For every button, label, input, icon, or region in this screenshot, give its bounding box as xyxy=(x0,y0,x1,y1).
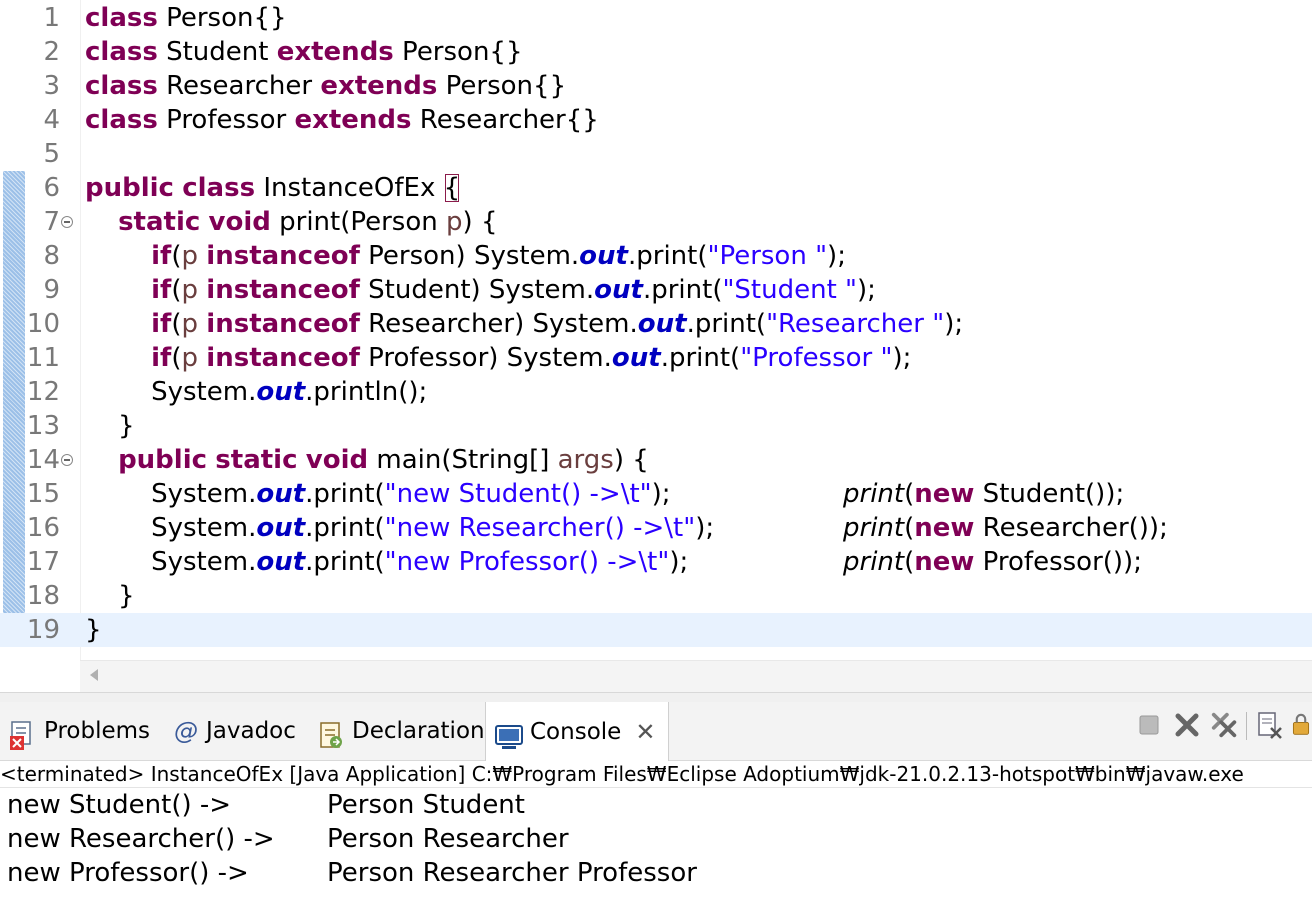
code-line[interactable]: 11 if(p instanceof Professor) System.out… xyxy=(0,341,1312,375)
code-line[interactable]: 8 if(p instanceof Person) System.out.pri… xyxy=(0,239,1312,273)
code-line[interactable]: 2 class Student extends Person{} xyxy=(0,35,1312,69)
code-text: System.out.print("new Researcher() ->\t"… xyxy=(85,513,715,543)
code-line[interactable]: 9 if(p instanceof Student) System.out.pr… xyxy=(0,273,1312,307)
code-text: print(new Researcher()); xyxy=(843,513,1168,543)
console-text: new Professor() -> xyxy=(7,858,249,888)
code-text: } xyxy=(85,411,135,441)
collapse-icon[interactable] xyxy=(61,454,73,466)
console-text: Person Researcher Professor xyxy=(327,858,697,888)
scroll-left-icon[interactable] xyxy=(90,669,98,681)
line-number: 13 xyxy=(26,411,60,441)
code-line[interactable]: 12 System.out.println(); xyxy=(0,375,1312,409)
terminate-icon[interactable] xyxy=(1134,708,1164,742)
at-icon: @ xyxy=(174,717,198,745)
line-number: 7 xyxy=(43,207,60,237)
declaration-icon xyxy=(316,716,344,748)
line-number: 4 xyxy=(43,105,60,135)
line-number: 16 xyxy=(26,513,60,543)
code-line[interactable]: 6 public class InstanceOfEx { xyxy=(0,171,1312,205)
line-number: 10 xyxy=(26,309,60,339)
code-lines[interactable]: 1 class Person{} 2 class Student extends Pe… xyxy=(0,1,1312,647)
tab-problems[interactable]: Problems xyxy=(0,702,160,760)
code-text: print(new Professor()); xyxy=(843,547,1142,577)
code-line[interactable]: 15 System.out.print("new Student() ->\t"… xyxy=(0,477,1312,511)
code-line[interactable]: 5 xyxy=(0,137,1312,171)
horizontal-scrollbar[interactable] xyxy=(80,660,1312,692)
console-text: new Student() -> xyxy=(7,790,232,820)
view-tab-bar: Problems @ Javadoc Declaration Console ✕ xyxy=(0,702,1312,761)
code-line[interactable]: 7 static void print(Person p) { xyxy=(0,205,1312,239)
code-text: System.out.print("new Professor() ->\t")… xyxy=(85,547,689,577)
line-number: 2 xyxy=(43,37,60,67)
console-line: new Student() -> Person Student xyxy=(0,788,1312,822)
console-icon xyxy=(494,717,523,749)
code-text: public static void main(String[] args) { xyxy=(118,445,649,475)
line-number: 17 xyxy=(26,547,60,577)
collapse-icon[interactable] xyxy=(61,216,73,228)
code-text: System.out.print("new Student() ->\t"); xyxy=(85,479,671,509)
code-line[interactable]: 1 class Person{} xyxy=(0,1,1312,35)
code-text: static void print(Person p) { xyxy=(118,207,498,237)
code-line[interactable]: 3 class Researcher extends Person{} xyxy=(0,69,1312,103)
console-text: Person Researcher xyxy=(327,824,569,854)
scroll-lock-icon[interactable] xyxy=(1290,708,1312,742)
line-number: 19 xyxy=(26,615,60,645)
remove-launch-icon[interactable] xyxy=(1172,708,1202,742)
code-text: public class InstanceOfEx { xyxy=(85,173,461,203)
code-editor[interactable]: 1 class Person{} 2 class Student extends Pe… xyxy=(0,0,1312,692)
tab-javadoc[interactable]: @ Javadoc xyxy=(166,702,306,760)
clear-console-icon[interactable] xyxy=(1254,708,1284,742)
code-text: if(p instanceof Researcher) System.out.p… xyxy=(151,309,964,339)
problems-icon xyxy=(8,716,36,750)
console-line: new Professor() -> Person Researcher Prof… xyxy=(0,856,1312,890)
code-line[interactable]: 18 } xyxy=(0,579,1312,613)
code-text: } xyxy=(85,615,102,645)
code-line[interactable]: 14 public static void main(String[] args… xyxy=(0,443,1312,477)
code-text: class Person{} xyxy=(85,3,287,33)
line-number: 5 xyxy=(43,139,60,169)
code-text: class Researcher extends Person{} xyxy=(85,71,567,101)
code-line[interactable]: 19} xyxy=(0,613,1312,647)
close-icon[interactable]: ✕ xyxy=(635,703,655,761)
line-number: 15 xyxy=(26,479,60,509)
code-text: } xyxy=(85,581,135,611)
console-output[interactable]: new Student() -> Person Student new Resear… xyxy=(0,788,1312,890)
tab-declaration[interactable]: Declaration xyxy=(308,702,485,760)
tab-console[interactable]: Console ✕ xyxy=(485,702,669,761)
code-text: if(p instanceof Person) System.out.print… xyxy=(151,241,846,271)
line-number: 9 xyxy=(43,275,60,305)
code-text: if(p instanceof Student) System.out.prin… xyxy=(151,275,876,305)
console-text: new Researcher() -> xyxy=(7,824,275,854)
code-text: if(p instanceof Professor) System.out.pr… xyxy=(151,343,912,373)
code-text: class Student extends Person{} xyxy=(85,37,523,67)
line-number: 1 xyxy=(43,3,60,33)
code-line[interactable]: 10 if(p instanceof Researcher) System.ou… xyxy=(0,307,1312,341)
console-status-header: <terminated> InstanceOfEx [Java Applicat… xyxy=(0,761,1312,788)
line-number: 14 xyxy=(26,445,60,475)
code-text: class Professor extends Researcher{} xyxy=(85,105,599,135)
console-line: new Researcher() -> Person Researcher xyxy=(0,822,1312,856)
line-number: 3 xyxy=(43,71,60,101)
code-line[interactable]: 13 } xyxy=(0,409,1312,443)
line-number: 6 xyxy=(43,173,60,203)
line-number: 8 xyxy=(43,241,60,271)
remove-all-icon[interactable] xyxy=(1210,708,1240,742)
console-text: Person Student xyxy=(327,790,525,820)
line-number: 12 xyxy=(26,377,60,407)
line-number: 11 xyxy=(26,343,60,373)
code-line[interactable]: 16 System.out.print("new Researcher() ->… xyxy=(0,511,1312,545)
code-text: System.out.println(); xyxy=(85,377,428,407)
line-number: 18 xyxy=(26,581,60,611)
code-line[interactable]: 17 System.out.print("new Professor() ->\… xyxy=(0,545,1312,579)
code-text: print(new Student()); xyxy=(843,479,1125,509)
code-line[interactable]: 4 class Professor extends Researcher{} xyxy=(0,103,1312,137)
